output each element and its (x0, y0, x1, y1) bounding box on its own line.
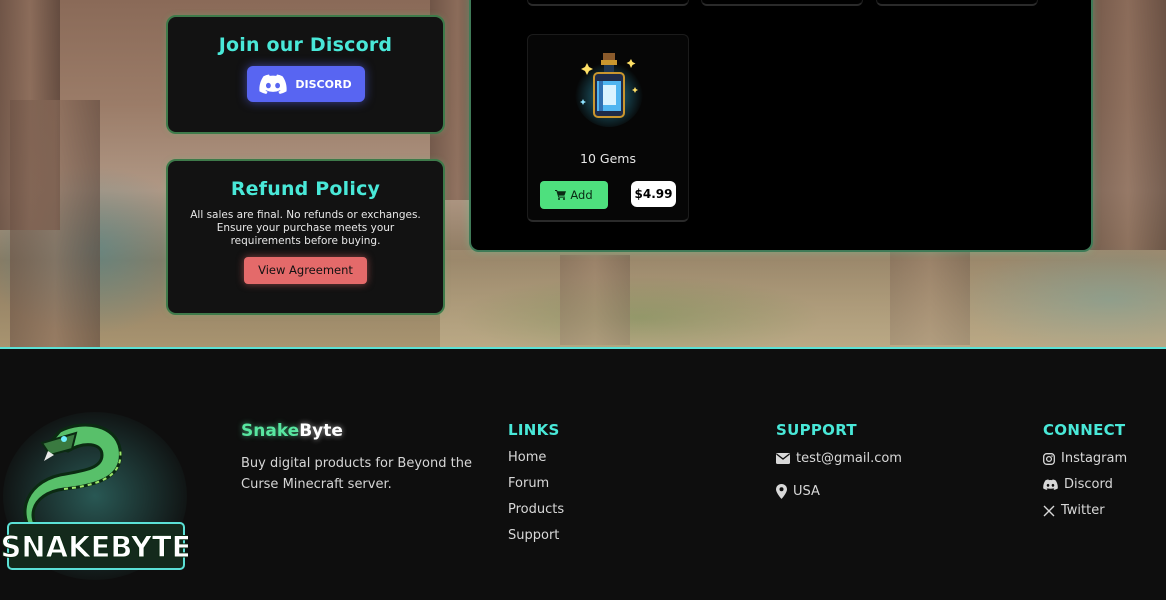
product-price: $4.99 (631, 181, 676, 207)
product-card-partial (527, 0, 689, 6)
refund-policy-text: All sales are final. No refunds or excha… (190, 209, 421, 247)
discord-button-label: DISCORD (295, 77, 352, 91)
connect-discord[interactable]: Discord (1043, 477, 1127, 492)
potion-bottle-icon (575, 49, 643, 129)
add-to-cart-button[interactable]: Add (540, 181, 608, 209)
discord-card: Join our Discord DISCORD (166, 15, 445, 134)
map-pin-icon (776, 484, 787, 499)
links-heading: LINKS (508, 421, 560, 439)
footer-link-support[interactable]: Support (508, 529, 564, 543)
brand-name-part1: Snake (241, 421, 300, 441)
x-twitter-icon (1043, 505, 1055, 517)
discord-card-title: Join our Discord (218, 34, 393, 56)
footer-description: Buy digital products for Beyond the Curs… (241, 456, 472, 492)
footer-connect-column: CONNECT Instagram Discord Twitter (1043, 421, 1127, 518)
connect-twitter[interactable]: Twitter (1043, 503, 1127, 518)
footer-brand: SnakeByte (241, 421, 343, 441)
support-location: USA (793, 484, 820, 499)
twitter-label: Twitter (1061, 503, 1105, 518)
support-email: test@gmail.com (796, 451, 902, 466)
footer-link-products[interactable]: Products (508, 503, 564, 517)
brand-name-part2: Byte (299, 421, 343, 441)
product-card: 10 Gems Add $4.99 (527, 34, 689, 222)
products-panel: 10 Gems Add $4.99 (469, 0, 1093, 252)
cart-icon (555, 190, 567, 200)
envelope-icon (776, 453, 790, 464)
footer-support-column: SUPPORT test@gmail.com USA (776, 421, 902, 499)
add-button-label: Add (570, 188, 593, 202)
footer-links-column: LINKS Home Forum Products Support (508, 421, 564, 543)
product-name: 10 Gems (580, 151, 636, 166)
discord-icon (1043, 479, 1058, 490)
support-heading: SUPPORT (776, 421, 857, 439)
site-footer: SNAKEBYTE SnakeByte Buy digital products… (0, 347, 1166, 600)
support-email-row[interactable]: test@gmail.com (776, 451, 902, 466)
connect-instagram[interactable]: Instagram (1043, 451, 1127, 466)
footer-link-forum[interactable]: Forum (508, 477, 564, 491)
product-card-partial (876, 0, 1038, 6)
connect-heading: CONNECT (1043, 421, 1126, 439)
product-card-partial (701, 0, 863, 6)
discord-icon (259, 74, 288, 94)
discord-label: Discord (1064, 477, 1113, 492)
refund-card-title: Refund Policy (230, 178, 381, 200)
instagram-icon (1043, 452, 1055, 465)
view-agreement-button[interactable]: View Agreement (244, 257, 367, 284)
support-location-row: USA (776, 484, 902, 499)
snakebyte-logo: SNAKEBYTE (0, 411, 192, 581)
logo-text: SNAKEBYTE (2, 530, 188, 564)
instagram-label: Instagram (1061, 451, 1128, 466)
refund-policy-card: Refund Policy All sales are final. No re… (166, 159, 445, 315)
footer-link-home[interactable]: Home (508, 451, 564, 465)
discord-button[interactable]: DISCORD (246, 66, 365, 102)
